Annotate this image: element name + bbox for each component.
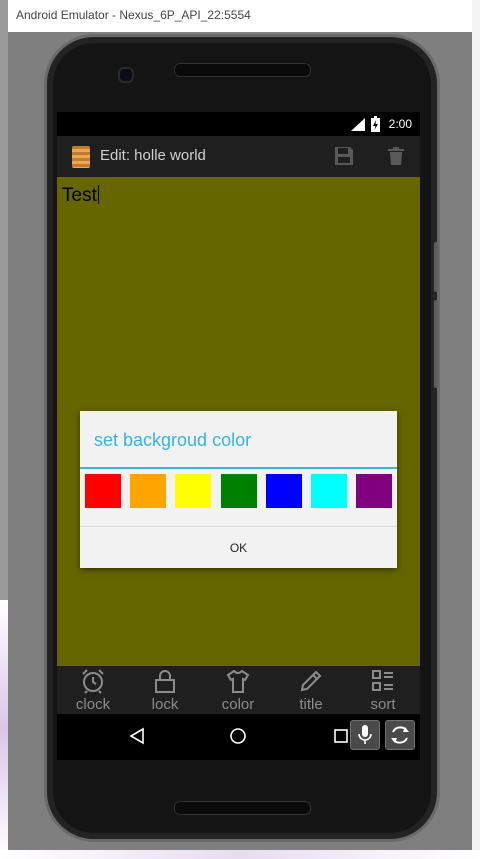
action-bar: Edit: holle world [57, 136, 420, 177]
menu-item-title[interactable]: title [275, 666, 347, 714]
status-bar: 2:00 [57, 112, 420, 136]
color-swatch-red[interactable] [85, 474, 121, 508]
bottom-menu: clock lock color title sort [57, 666, 420, 714]
alarm-clock-icon [82, 669, 104, 694]
page-title: Edit: holle world [100, 147, 206, 164]
ok-button[interactable]: OK [80, 527, 397, 568]
color-swatch-green[interactable] [221, 474, 257, 508]
back-icon[interactable] [129, 727, 145, 745]
dialog-title: set backgroud color [94, 430, 252, 450]
menu-item-color[interactable]: color [202, 666, 274, 714]
background-scrap-bottom [0, 850, 480, 859]
note-editor[interactable]: Test set backgroud color OK [57, 177, 420, 666]
menu-label-sort: sort [370, 696, 396, 713]
menu-item-clock[interactable]: clock [57, 666, 129, 714]
color-picker-dialog: set backgroud color OK [80, 411, 397, 568]
status-time: 2:00 [388, 117, 412, 131]
menu-item-lock[interactable]: lock [129, 666, 201, 714]
padlock-icon [155, 670, 175, 693]
background-scrap-left [0, 600, 8, 859]
microphone-button[interactable] [350, 720, 380, 750]
text-cursor [97, 185, 99, 204]
color-swatch-blue[interactable] [266, 474, 302, 508]
rotate-button[interactable] [385, 720, 415, 750]
front-camera [118, 67, 134, 83]
dialog-title-divider [80, 467, 397, 469]
menu-label-clock: clock [75, 696, 111, 713]
battery-charging-icon [371, 116, 380, 132]
color-swatch-yellow[interactable] [175, 474, 211, 508]
volume-button[interactable] [434, 300, 438, 388]
color-swatch-purple[interactable] [356, 474, 392, 508]
menu-label-title: title [299, 696, 323, 713]
notepad-icon [72, 146, 90, 168]
navigation-bar [57, 714, 420, 760]
menu-label-lock: lock [151, 696, 179, 713]
window-titlebar[interactable]: Android Emulator - Nexus_6P_API_22:5554 [8, 0, 472, 33]
note-text[interactable]: Test [62, 185, 99, 207]
window-title: Android Emulator - Nexus_6P_API_22:5554 [16, 8, 251, 22]
bottom-speaker [174, 801, 311, 815]
note-text-value: Test [62, 185, 97, 206]
top-speaker [174, 63, 311, 77]
color-swatch-orange[interactable] [130, 474, 166, 508]
color-swatch-cyan[interactable] [311, 474, 347, 508]
background-scrap-right [472, 0, 480, 859]
signal-icon [351, 118, 365, 131]
shirt-icon [226, 669, 250, 693]
microphone-icon [358, 725, 372, 744]
menu-item-sort[interactable]: sort [347, 666, 419, 714]
list-icon [372, 670, 393, 691]
menu-label-color: color [221, 696, 255, 713]
power-button[interactable] [434, 242, 438, 292]
rotate-icon [391, 726, 409, 744]
pencil-icon [300, 670, 322, 692]
home-icon[interactable] [229, 727, 247, 745]
delete-icon[interactable] [385, 145, 407, 167]
device-screen: 2:00 Edit: holle world Test set backgrou… [57, 112, 420, 760]
save-icon[interactable] [333, 145, 355, 167]
recents-icon[interactable] [333, 727, 349, 745]
